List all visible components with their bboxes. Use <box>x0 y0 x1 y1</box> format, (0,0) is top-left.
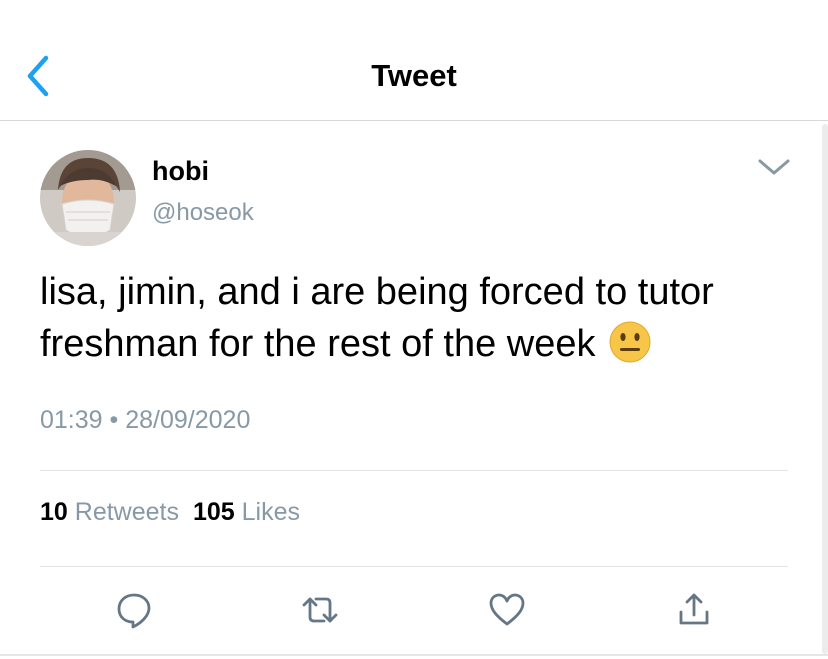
scrollbar[interactable] <box>822 124 828 654</box>
likes-label: Likes <box>241 498 301 526</box>
meta-separator: • <box>109 406 119 434</box>
top-bar: Tweet <box>0 0 828 121</box>
retweet-button[interactable] <box>300 590 340 630</box>
page-title: Tweet <box>371 58 457 93</box>
tweet-text: lisa, jimin, and i are being forced to t… <box>40 266 800 370</box>
more-options-button[interactable] <box>756 156 792 178</box>
retweet-icon <box>302 597 338 623</box>
likes-stat[interactable]: 105 Likes <box>193 498 300 526</box>
like-icon <box>489 593 525 626</box>
retweets-stat[interactable]: 10 Retweets <box>40 498 179 526</box>
reply-button[interactable] <box>114 590 154 630</box>
retweets-label: Retweets <box>74 498 179 526</box>
likes-count: 105 <box>192 498 235 526</box>
engagement-stats: 10 Retweets 105 Likes <box>40 498 300 527</box>
like-button[interactable] <box>487 590 527 630</box>
divider <box>40 470 788 471</box>
divider <box>40 566 788 567</box>
author-handle[interactable]: @hoseok <box>152 199 254 227</box>
neutral-face-emoji <box>608 320 652 364</box>
chevron-down-icon <box>758 159 790 175</box>
tweet-timestamp: 01:39 • 28/09/2020 <box>40 406 250 435</box>
author-display-name[interactable]: hobi <box>152 156 209 187</box>
share-button[interactable] <box>674 590 714 630</box>
tweet-time: 01:39 <box>40 406 103 434</box>
tweet-date: 28/09/2020 <box>125 406 251 434</box>
share-icon <box>679 593 709 625</box>
retweets-count: 10 <box>40 498 68 526</box>
avatar[interactable] <box>40 150 136 246</box>
profile-photo <box>40 150 136 246</box>
bottom-divider <box>0 654 828 656</box>
reply-icon <box>117 593 151 629</box>
